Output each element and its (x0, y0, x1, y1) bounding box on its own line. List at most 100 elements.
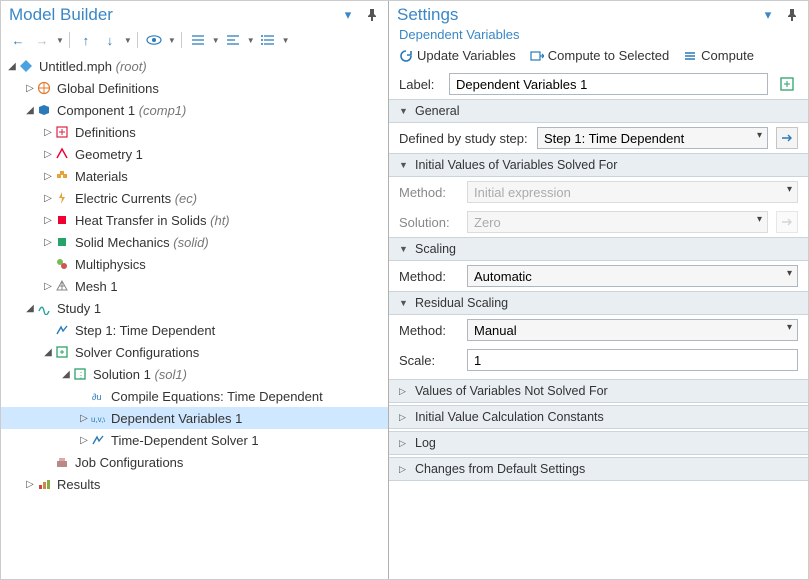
node-label: Solver Configurations (73, 345, 199, 360)
compute-button[interactable]: Compute (683, 48, 754, 63)
defined-by-row: Defined by study step: Step 1: Time Depe… (389, 123, 808, 153)
goto-solution-button (776, 211, 798, 233)
step-icon (55, 323, 73, 337)
tree-compile-eq[interactable]: ▷ ∂u Compile Equations: Time Dependent (1, 385, 388, 407)
section-title: Log (415, 436, 436, 450)
node-label: Solution 1 (93, 367, 151, 382)
section-scaling[interactable]: ▼ Scaling (389, 237, 808, 261)
collapse-icon[interactable]: ◢ (23, 303, 37, 314)
tree-geometry[interactable]: ▷ Geometry 1 (1, 143, 388, 165)
tree-mesh[interactable]: ▷ Mesh 1 (1, 275, 388, 297)
node-suffix: (root) (116, 59, 147, 74)
init-solution-select: Zero (467, 211, 768, 233)
scaling-method-select[interactable]: Automatic (467, 265, 798, 287)
node-label: Mesh 1 (73, 279, 118, 294)
tree-definitions[interactable]: ▷ Definitions (1, 121, 388, 143)
model-builder-header: Model Builder ▾ (1, 1, 388, 27)
expand-icon[interactable]: ▷ (41, 215, 55, 226)
section-initial-values-solved[interactable]: ▼ Initial Values of Variables Solved For (389, 153, 808, 177)
back-button[interactable]: ← (7, 30, 29, 50)
show-icon[interactable] (143, 30, 165, 50)
chevron-down-icon: ▼ (399, 106, 409, 116)
goto-source-button[interactable] (776, 73, 798, 95)
tree-component[interactable]: ◢ Component 1 (comp1) (1, 99, 388, 121)
tree-results[interactable]: ▷ Results (1, 473, 388, 495)
expand-icon[interactable]: ▷ (41, 237, 55, 248)
tree-solid-mechanics[interactable]: ▷ Solid Mechanics (solid) (1, 231, 388, 253)
section-residual-scaling[interactable]: ▼ Residual Scaling (389, 291, 808, 315)
panel-menu-icon[interactable]: ▾ (340, 7, 356, 23)
tree-global-definitions[interactable]: ▷ Global Definitions (1, 77, 388, 99)
pin-icon[interactable] (364, 7, 380, 23)
section-log[interactable]: ▷ Log (389, 431, 808, 455)
section-title: Scaling (415, 242, 456, 256)
box-icon (37, 103, 55, 117)
collapse-icon[interactable]: ◢ (23, 105, 37, 116)
section-general[interactable]: ▼ General (389, 99, 808, 123)
expand-icon[interactable]: ▷ (23, 479, 37, 490)
tree-heat-transfer[interactable]: ▷ Heat Transfer in Solids (ht) (1, 209, 388, 231)
tree-study[interactable]: ◢ Study 1 (1, 297, 388, 319)
init-solution-row: Solution: Zero (389, 207, 808, 237)
tree-electric-currents[interactable]: ▷ Electric Currents (ec) (1, 187, 388, 209)
tree-multiphysics[interactable]: ▷ Multiphysics (1, 253, 388, 275)
node-label: Time-Dependent Solver 1 (109, 433, 259, 448)
expand-icon[interactable]: ▷ (41, 281, 55, 292)
method-label: Method: (399, 323, 459, 338)
tree-solution1[interactable]: ◢ ⋮⋮ Solution 1 (sol1) (1, 363, 388, 385)
init-method-select: Initial expression (467, 181, 798, 203)
tree-job-config[interactable]: ▷ Job Configurations (1, 451, 388, 473)
section-title: Values of Variables Not Solved For (415, 384, 608, 398)
expand-icon[interactable]: ▷ (41, 193, 55, 204)
study-icon (37, 301, 55, 315)
chevron-right-icon: ▷ (399, 412, 409, 423)
study-step-select[interactable]: Step 1: Time Dependent (537, 127, 768, 149)
electric-icon (55, 191, 73, 205)
forward-button[interactable]: → (31, 30, 53, 50)
scale-input[interactable] (467, 349, 798, 371)
solution-icon: ⋮⋮ (73, 367, 91, 381)
section-values-not-solved[interactable]: ▷ Values of Variables Not Solved For (389, 379, 808, 403)
compile-icon: ∂u (91, 389, 109, 403)
node-label: Electric Currents (75, 191, 171, 206)
expand-icon[interactable]: ▷ (41, 127, 55, 138)
method-label: Method: (399, 185, 459, 200)
list-icon[interactable] (257, 30, 279, 50)
tree-root[interactable]: ◢ Untitled.mph (root) (1, 55, 388, 77)
tree-step1[interactable]: ▷ Step 1: Time Dependent (1, 319, 388, 341)
expand-icon[interactable]: ▷ (41, 171, 55, 182)
tree-solver-config[interactable]: ◢ Solver Configurations (1, 341, 388, 363)
action-label: Update Variables (417, 48, 516, 63)
expand-icon[interactable]: ▷ (77, 435, 91, 446)
tree-dependent-variables[interactable]: ▷ u,v,w Dependent Variables 1 (1, 407, 388, 429)
panel-menu-icon[interactable]: ▾ (760, 7, 776, 23)
settings-title: Settings (397, 5, 760, 25)
section-initial-calc-constants[interactable]: ▷ Initial Value Calculation Constants (389, 405, 808, 429)
update-variables-button[interactable]: Update Variables (399, 48, 516, 63)
settings-subtitle: Dependent Variables (389, 27, 808, 46)
compute-to-selected-button[interactable]: Compute to Selected (530, 48, 669, 63)
collapse-icon[interactable]: ◢ (59, 369, 73, 380)
tree-materials[interactable]: ▷ Materials (1, 165, 388, 187)
down-button[interactable]: ↓ (99, 30, 121, 50)
label-input[interactable] (449, 73, 768, 95)
model-builder-toolbar: ← → ▼ ↑ ↓ ▼ ▼ ▼ ▼ ▼ (1, 27, 388, 53)
section-changes-default[interactable]: ▷ Changes from Default Settings (389, 457, 808, 481)
expand-icon[interactable] (222, 30, 244, 50)
definitions-icon (55, 125, 73, 139)
expand-icon[interactable]: ▷ (23, 83, 37, 94)
up-button[interactable]: ↑ (75, 30, 97, 50)
goto-step-button[interactable] (776, 127, 798, 149)
collapse-icon[interactable] (187, 30, 209, 50)
chevron-down-icon: ▼ (399, 160, 409, 170)
tree-td-solver[interactable]: ▷ Time-Dependent Solver 1 (1, 429, 388, 451)
collapse-icon[interactable]: ◢ (41, 347, 55, 358)
collapse-icon[interactable]: ◢ (5, 61, 19, 72)
expand-icon[interactable]: ▷ (77, 413, 91, 424)
resid-method-row: Method: Manual (389, 315, 808, 345)
pin-icon[interactable] (784, 7, 800, 23)
svg-text:⋮⋮: ⋮⋮ (77, 371, 87, 380)
resid-method-select[interactable]: Manual (467, 319, 798, 341)
node-label: Compile Equations: Time Dependent (109, 389, 323, 404)
expand-icon[interactable]: ▷ (41, 149, 55, 160)
